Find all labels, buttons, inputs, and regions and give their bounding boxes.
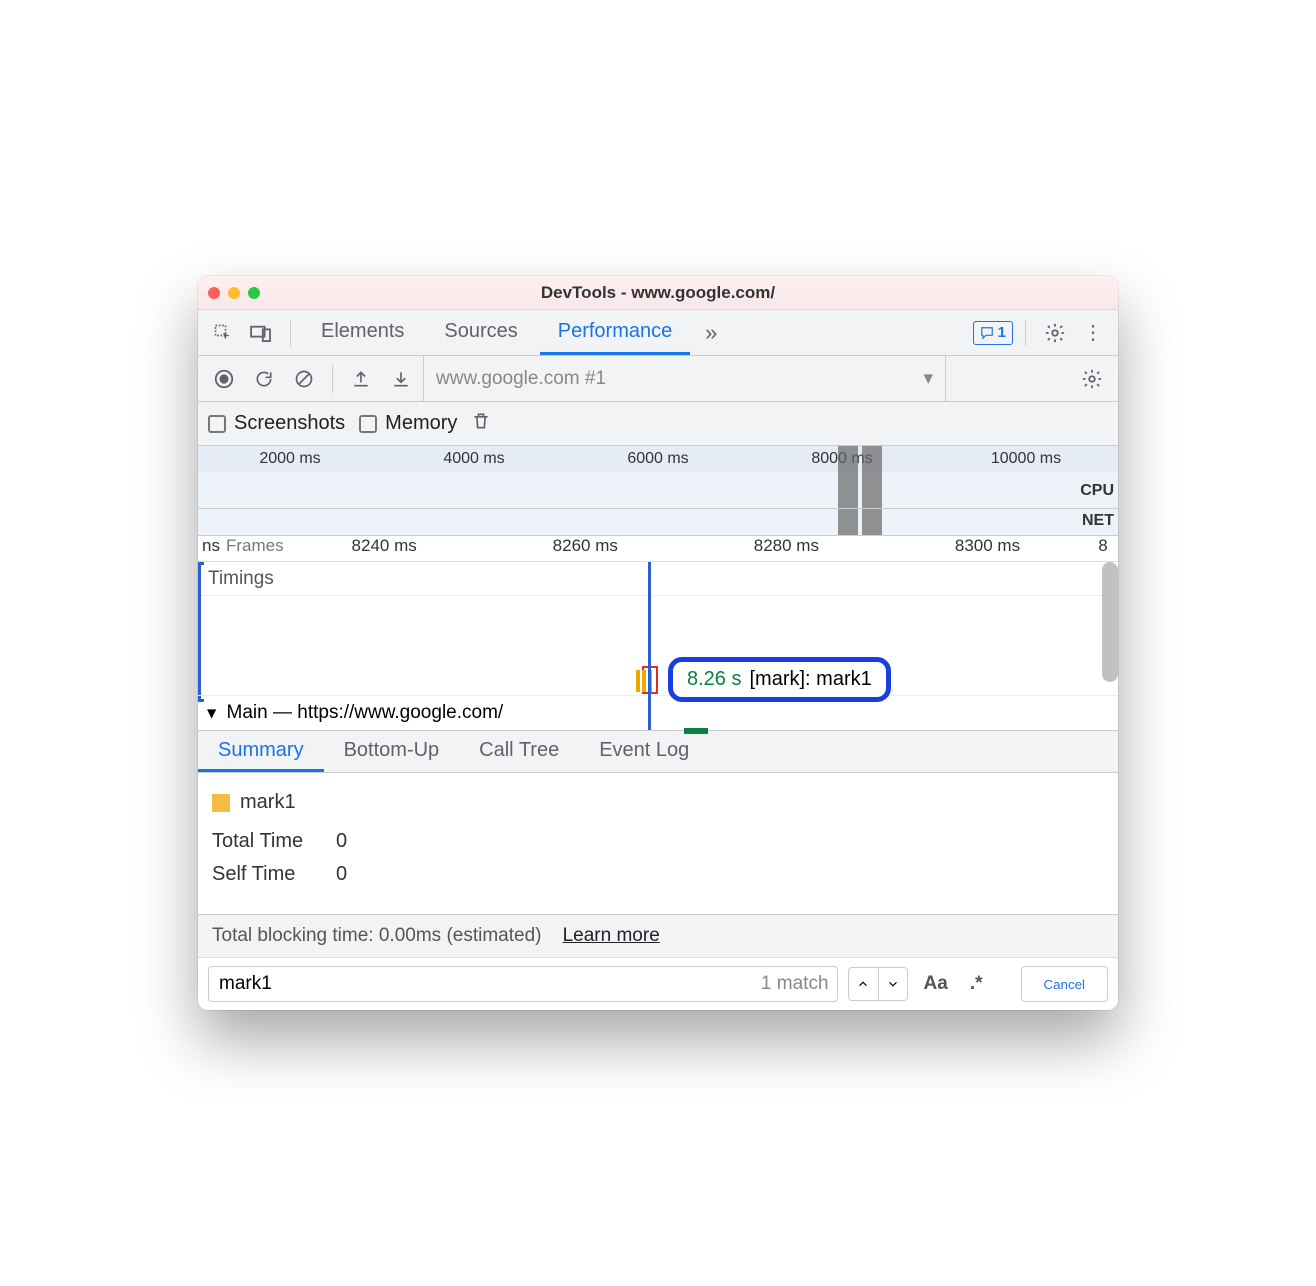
options-row: Screenshots Memory [198,402,1118,446]
search-matches: 1 match [761,973,837,995]
tab-summary[interactable]: Summary [198,731,324,772]
minimize-window-button[interactable] [228,287,240,299]
vertical-scrollbar[interactable] [1102,562,1118,682]
traffic-lights [208,287,260,299]
overview-ticks: 2000 ms 4000 ms 6000 ms 8000 ms 10000 ms [198,446,1118,472]
regex-toggle[interactable]: .* [964,973,989,995]
summary-panel: mark1 Total Time 0 Self Time 0 [198,773,1118,914]
event-name: mark1 [240,791,296,814]
total-time-label: Total Time [212,830,322,853]
divider [332,365,333,393]
zoom-window-button[interactable] [248,287,260,299]
divider [290,320,291,346]
tab-performance[interactable]: Performance [540,310,691,355]
window-title: DevTools - www.google.com/ [198,283,1118,303]
self-time-value: 0 [336,863,347,886]
match-case-toggle[interactable]: Aa [918,973,954,995]
timings-track-header[interactable]: Timings [198,562,1118,596]
search-prev-button[interactable] [848,967,878,1001]
overview-window-handle[interactable] [838,446,858,535]
capture-settings-icon[interactable] [1074,361,1110,397]
playhead-line [648,562,651,730]
tab-elements[interactable]: Elements [303,310,422,355]
device-toggle-icon[interactable] [244,316,278,350]
flame-ticks: ns Frames 8240 ms 8260 ms 8280 ms 8300 m… [198,536,1118,562]
total-time-value: 0 [336,830,347,853]
search-cancel-button[interactable]: Cancel [1021,966,1109,1002]
close-window-button[interactable] [208,287,220,299]
memory-checkbox[interactable]: Memory [359,412,457,435]
tab-call-tree[interactable]: Call Tree [459,731,579,772]
feedback-count: 1 [998,324,1006,341]
dropdown-caret-icon: ▾ [923,367,933,390]
blocking-time-footer: Total blocking time: 0.00ms (estimated) … [198,914,1118,957]
search-field-wrapper: 1 match [208,966,838,1002]
tooltip-text: [mark]: mark1 [749,668,871,691]
mark-tooltip: 8.26 s [mark]: mark1 [668,657,891,702]
blocking-time-text: Total blocking time: 0.00ms (estimated) [212,925,541,946]
net-label: NET [1082,512,1114,530]
main-tab-strip: Elements Sources Performance » 1 ⋮ [198,310,1118,356]
search-bar: 1 match Aa .* Cancel [198,957,1118,1010]
inspect-icon[interactable] [206,316,240,350]
overview-timeline[interactable]: 2000 ms 4000 ms 6000 ms 8000 ms 10000 ms… [198,446,1118,536]
record-icon[interactable] [206,361,242,397]
recording-dropdown[interactable]: www.google.com #1 ▾ [423,356,946,401]
event-color-swatch [212,794,230,812]
clear-icon[interactable] [286,361,322,397]
self-time-label: Self Time [212,863,322,886]
tab-bottom-up[interactable]: Bottom-Up [324,731,460,772]
tooltip-time: 8.26 s [687,668,741,691]
divider [1025,320,1026,346]
learn-more-link[interactable]: Learn more [563,925,660,946]
settings-icon[interactable] [1038,316,1072,350]
titlebar: DevTools - www.google.com/ [198,276,1118,310]
download-icon[interactable] [383,361,419,397]
upload-icon[interactable] [343,361,379,397]
delete-icon[interactable] [471,410,491,438]
feedback-badge[interactable]: 1 [973,321,1013,345]
search-input[interactable] [209,973,761,995]
search-next-button[interactable] [878,967,908,1001]
expand-caret-icon: ▶ [206,709,220,718]
more-tabs-icon[interactable]: » [694,316,728,350]
overview-window-handle[interactable] [862,446,882,535]
tab-sources[interactable]: Sources [426,310,535,355]
flame-chart[interactable]: ns Frames 8240 ms 8260 ms 8280 ms 8300 m… [198,536,1118,731]
screenshots-checkbox[interactable]: Screenshots [208,412,345,435]
main-track-header[interactable]: ▶ Main — https://www.google.com/ [198,696,1118,730]
timings-track[interactable] [198,596,1118,696]
cpu-label: CPU [1080,482,1114,500]
details-tabs: Summary Bottom-Up Call Tree Event Log [198,731,1118,773]
tab-event-log[interactable]: Event Log [579,731,709,772]
kebab-menu-icon[interactable]: ⋮ [1076,316,1110,350]
performance-toolbar: www.google.com #1 ▾ [198,356,1118,402]
recording-label: www.google.com #1 [436,368,606,390]
devtools-window: DevTools - www.google.com/ Elements Sour… [198,276,1118,1010]
reload-icon[interactable] [246,361,282,397]
user-timing-mark[interactable] [684,728,708,734]
